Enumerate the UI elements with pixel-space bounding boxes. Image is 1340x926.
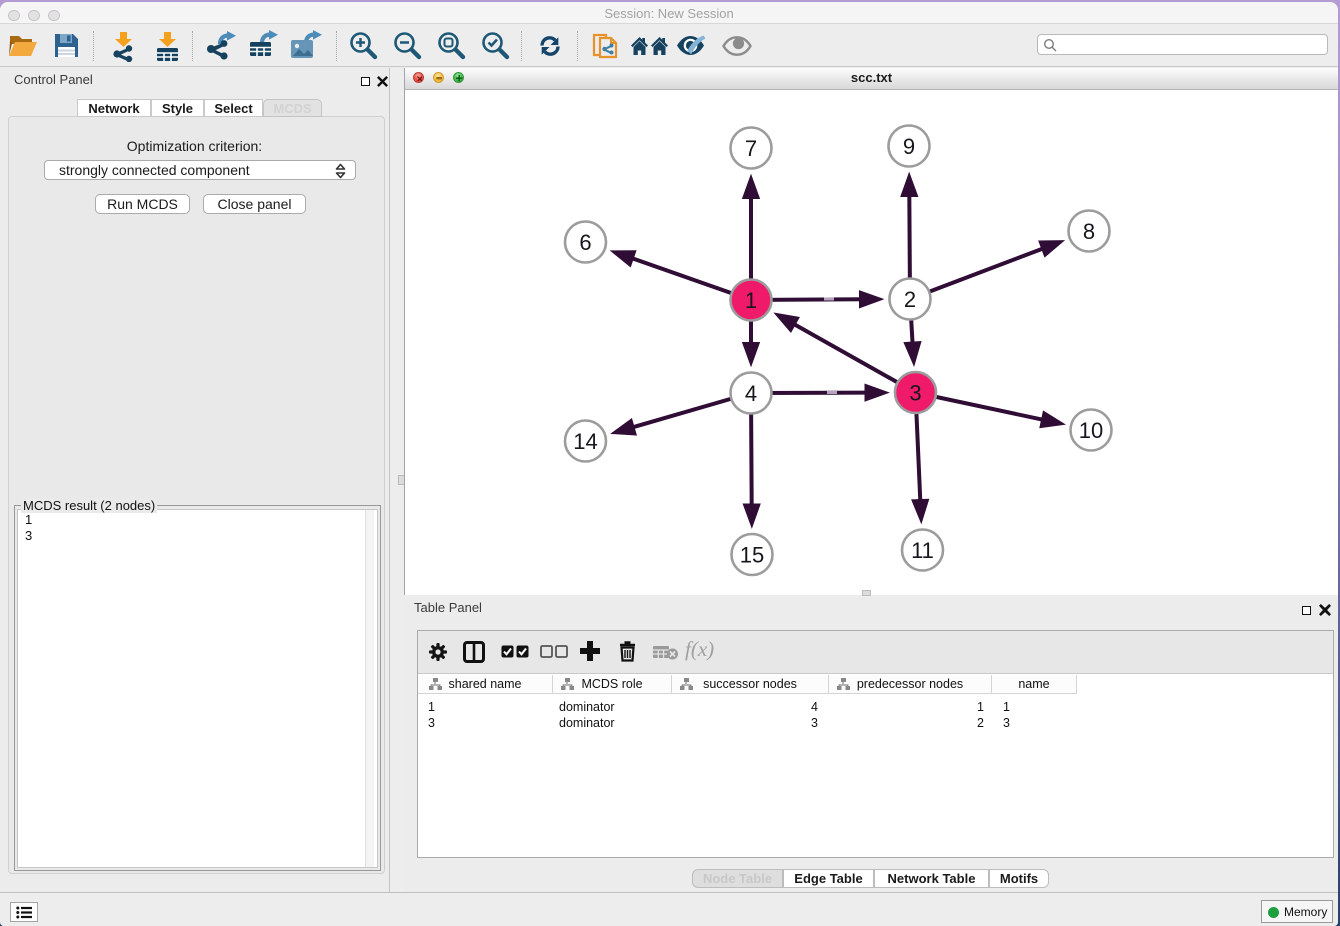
- svg-text:10: 10: [1079, 418, 1103, 443]
- svg-text:11: 11: [911, 538, 934, 563]
- svg-text:2: 2: [904, 287, 916, 312]
- svg-text:14: 14: [573, 429, 597, 454]
- svg-text:4: 4: [745, 381, 757, 406]
- svg-text:8: 8: [1083, 219, 1095, 244]
- svg-text:7: 7: [745, 136, 757, 161]
- svg-text:9: 9: [903, 134, 915, 159]
- svg-text:3: 3: [909, 381, 921, 406]
- svg-text:1: 1: [745, 288, 757, 313]
- svg-text:6: 6: [579, 230, 591, 255]
- svg-text:15: 15: [740, 543, 764, 568]
